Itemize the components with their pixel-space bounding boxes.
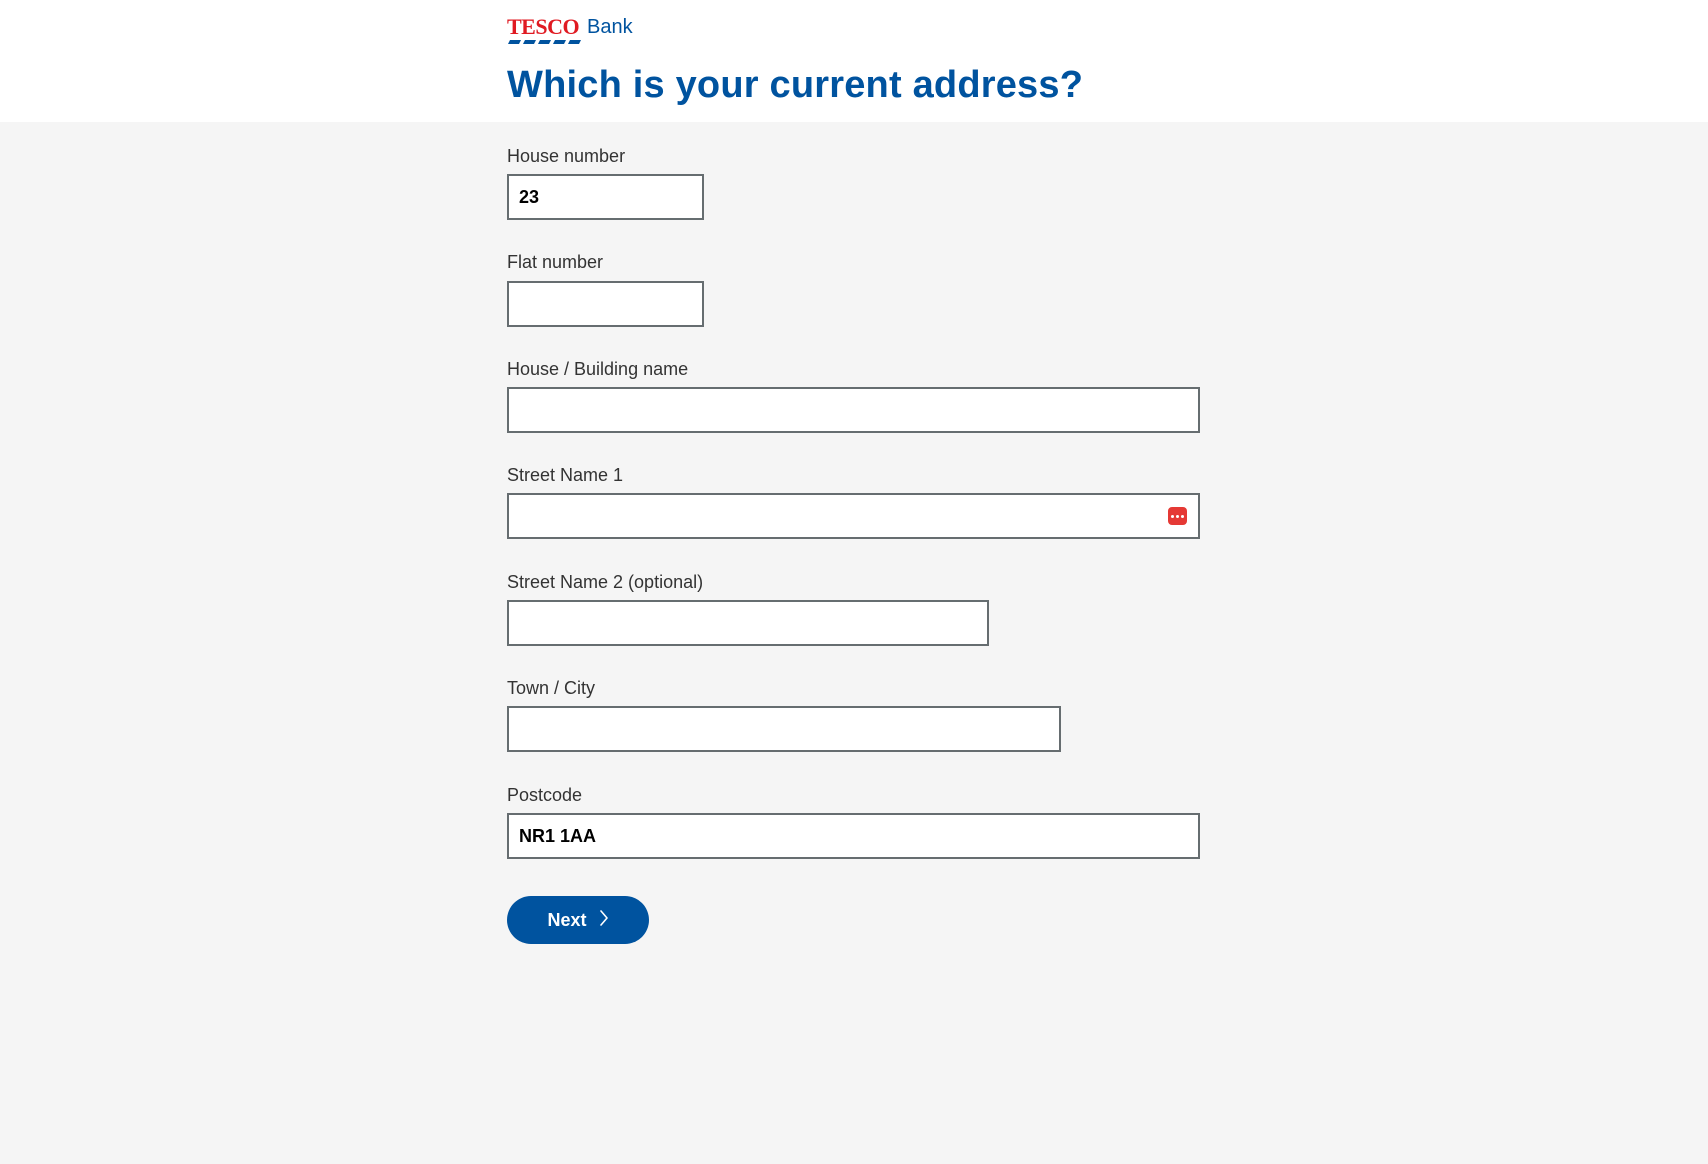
street-name-1-input[interactable] (507, 493, 1200, 539)
flat-number-label: Flat number (507, 252, 604, 272)
postcode-label: Postcode (507, 785, 583, 805)
house-number-input[interactable] (507, 174, 704, 220)
bank-logo-text: Bank (587, 16, 633, 38)
next-button[interactable]: Next (507, 896, 649, 944)
building-name-input[interactable] (507, 387, 1200, 433)
flat-number-input[interactable] (507, 281, 704, 327)
password-manager-icon[interactable] (1168, 507, 1187, 525)
next-button-label: Next (547, 909, 587, 930)
tesco-logo-text: TESCO (507, 14, 580, 39)
tesco-wordmark: TESCO (507, 14, 587, 44)
street-name-1-label: Street Name 1 (507, 465, 624, 485)
street-name-2-input[interactable] (507, 600, 989, 646)
page-title: Which is your current address? (507, 64, 1084, 106)
street-name-2-label: Street Name 2 (optional) (507, 572, 704, 592)
building-name-label: House / Building name (507, 359, 689, 379)
tesco-stripes-icon (508, 40, 581, 44)
postcode-input[interactable] (507, 813, 1200, 859)
tesco-bank-logo[interactable]: TESCO Bank (507, 14, 633, 44)
town-city-input[interactable] (507, 706, 1061, 752)
page-header: TESCO Bank Which is your current address… (0, 0, 1708, 122)
chevron-right-icon (599, 909, 609, 931)
house-number-label: House number (507, 146, 626, 166)
town-city-label: Town / City (507, 678, 596, 698)
